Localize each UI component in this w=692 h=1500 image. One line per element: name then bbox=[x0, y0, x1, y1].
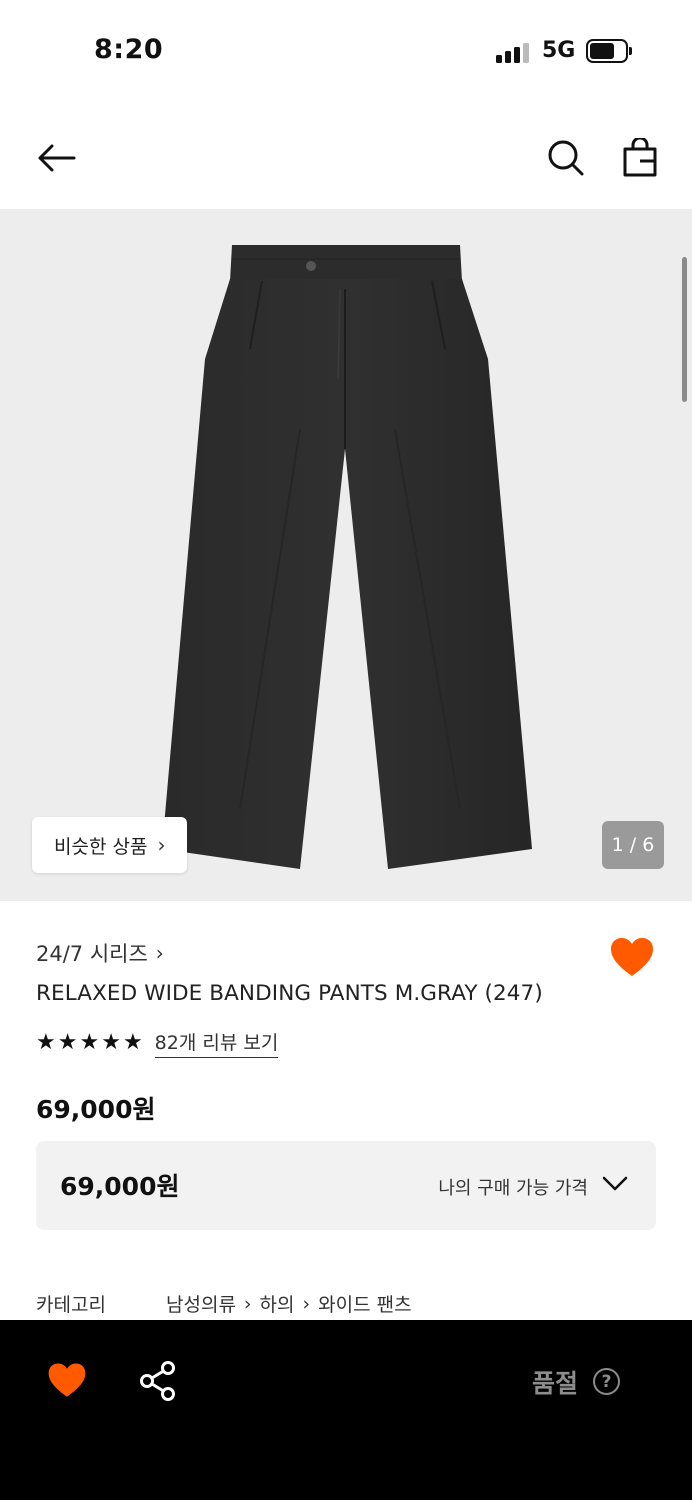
product-name: RELAXED WIDE BANDING PANTS M.GRAY (247) bbox=[36, 981, 543, 1006]
purchase-price-label: 나의 구매 가능 가격 bbox=[438, 1178, 588, 1199]
search-icon bbox=[548, 140, 584, 176]
breadcrumb: 남성의류 › 하의 › 와이드 팬츠 bbox=[166, 1290, 412, 1317]
chevron-down-icon bbox=[602, 1176, 628, 1191]
series-label: 24/7 시리즈 bbox=[36, 942, 148, 966]
product-image-gallery[interactable]: 비슷한 상품 › 1 / 6 bbox=[0, 209, 692, 901]
search-button[interactable] bbox=[538, 130, 594, 186]
breadcrumb-item[interactable]: 하의 bbox=[260, 1290, 295, 1317]
chevron-right-icon: › bbox=[155, 941, 164, 965]
signal-icon bbox=[496, 41, 532, 63]
heart-icon[interactable] bbox=[46, 1360, 88, 1402]
product-image bbox=[162, 245, 532, 869]
star-icon: ★ bbox=[101, 1030, 121, 1055]
product-price: 69,000원 bbox=[36, 1095, 156, 1124]
battery-icon bbox=[586, 39, 632, 63]
series-link[interactable]: 24/7 시리즈 › bbox=[36, 938, 164, 968]
bottom-action-bar: 품절 ? bbox=[0, 1320, 692, 1500]
scrollbar-thumb[interactable] bbox=[682, 257, 687, 402]
star-icon: ★ bbox=[36, 1030, 56, 1055]
chevron-right-icon: › bbox=[302, 1292, 311, 1315]
star-rating: ★ ★ ★ ★ ★ bbox=[36, 1032, 143, 1054]
chevron-right-icon: › bbox=[243, 1292, 252, 1315]
breadcrumb-item[interactable]: 와이드 팬츠 bbox=[318, 1290, 411, 1317]
star-icon: ★ bbox=[57, 1030, 78, 1055]
status-bar: 8:20 5G bbox=[0, 0, 692, 100]
image-page-indicator: 1 / 6 bbox=[602, 821, 664, 869]
soldout-status: 품절 bbox=[532, 1369, 579, 1398]
review-link[interactable]: 82개 리뷰 보기 bbox=[154, 1028, 279, 1058]
top-nav bbox=[0, 110, 692, 206]
back-button[interactable] bbox=[28, 130, 84, 186]
purchase-price-amount: 69,000원 bbox=[60, 1172, 180, 1201]
star-icon: ★ bbox=[122, 1030, 143, 1055]
similar-products-button[interactable]: 비슷한 상품 › bbox=[32, 817, 188, 873]
heart-icon[interactable] bbox=[608, 934, 656, 982]
star-icon: ★ bbox=[79, 1030, 100, 1055]
cart-button[interactable] bbox=[612, 130, 668, 186]
arrow-left-icon bbox=[38, 144, 76, 172]
breadcrumb-item[interactable]: 남성의류 bbox=[166, 1290, 236, 1317]
status-time: 8:20 bbox=[94, 34, 164, 65]
help-icon[interactable]: ? bbox=[593, 1368, 620, 1395]
network-label: 5G bbox=[542, 38, 576, 63]
category-row: 카테고리 남성의류 › 하의 › 와이드 팬츠 bbox=[36, 1290, 656, 1320]
category-label: 카테고리 bbox=[36, 1294, 106, 1316]
chevron-right-icon: › bbox=[157, 833, 166, 857]
purchase-price-dropdown[interactable]: 69,000원 나의 구매 가능 가격 bbox=[36, 1141, 656, 1230]
rating-row: ★ ★ ★ ★ ★ 82개 리뷰 보기 bbox=[36, 1028, 279, 1058]
similar-products-label: 비슷한 상품 bbox=[54, 835, 148, 858]
shopping-bag-icon bbox=[623, 138, 657, 177]
share-icon[interactable] bbox=[138, 1360, 178, 1402]
